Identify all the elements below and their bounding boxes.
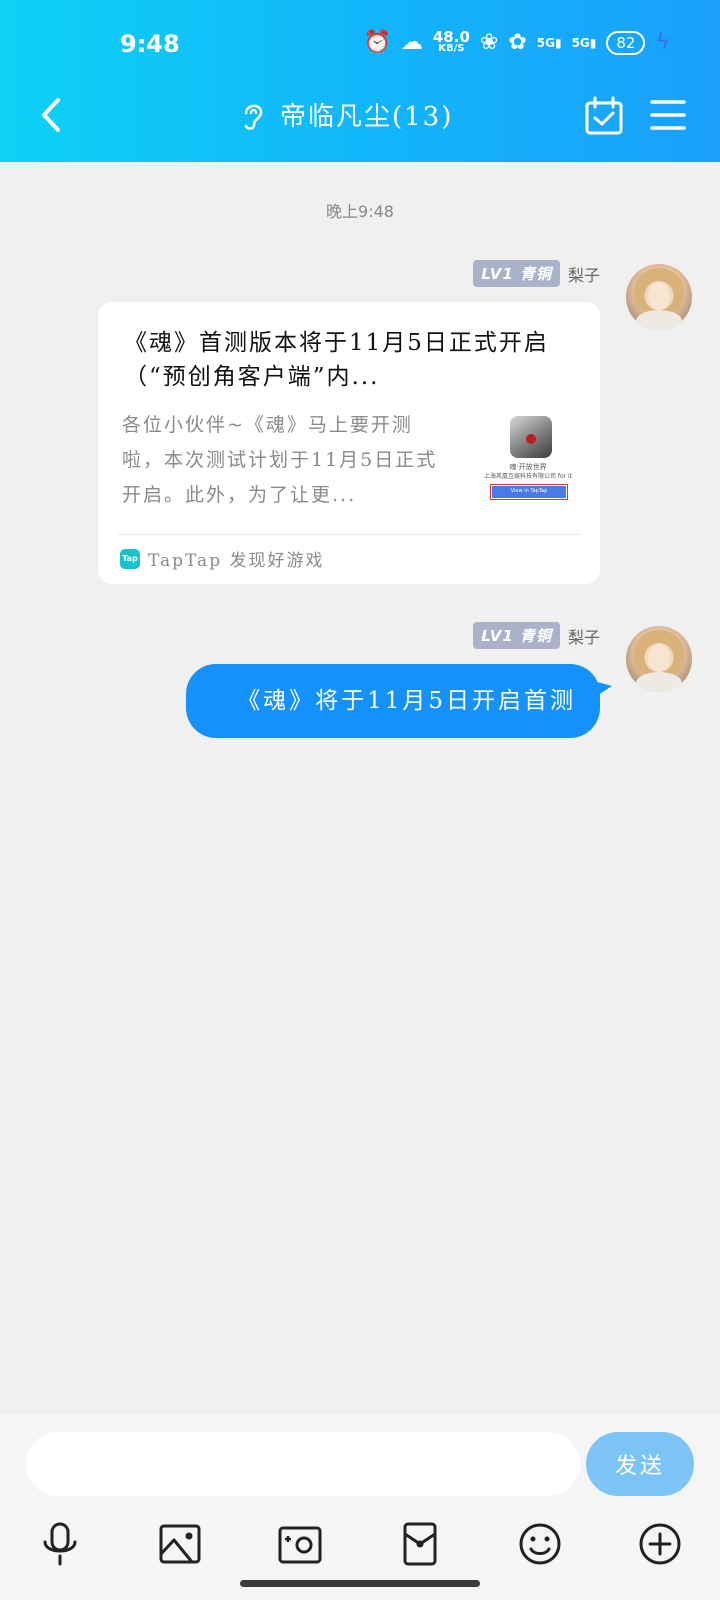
alarm-icon: ⏰ <box>363 29 391 55</box>
game-logo-icon <box>510 416 552 458</box>
calendar-check-icon[interactable] <box>584 96 624 136</box>
signal-1: 5G▮ <box>536 35 562 50</box>
card-thumbnail: 魂·开放世界 上海风凰互娱科技有限公司 for it View in TapTa… <box>480 412 576 504</box>
notification-icon: ☁ <box>400 29 423 55</box>
sender-info: LV1 青铜 梨子 <box>473 622 600 649</box>
header-bar: 9:48 ⏰ ☁ 48.0 KB/S ❀ ✿ 5G▮ 5G▮ 82 ϟ 帝临凡尘… <box>0 0 720 162</box>
emoji-icon[interactable] <box>516 1520 564 1568</box>
plus-icon[interactable] <box>636 1520 684 1568</box>
chat-title[interactable]: 帝临凡尘(13) <box>240 96 453 133</box>
ear-icon <box>244 104 263 130</box>
nav-bar: 帝临凡尘(13) <box>0 80 720 152</box>
status-bar: 9:48 ⏰ ☁ 48.0 KB/S ❀ ✿ 5G▮ 5G▮ 82 ϟ <box>0 22 720 68</box>
source-label: TapTap 发现好游戏 <box>148 551 325 571</box>
status-time: 9:48 <box>120 30 180 58</box>
card-source: Tap TapTap 发现好游戏 <box>120 546 324 571</box>
card-title: 《魂》首测版本将于11月5日正式开启（“预创角客户端”内... <box>124 330 549 390</box>
level-badge: LV1 青铜 <box>473 260 560 287</box>
bow-icon: ✿ <box>508 29 527 55</box>
avatar[interactable] <box>626 264 692 330</box>
sender-name: 梨子 <box>567 265 600 285</box>
message-timestamp: 晚上9:48 <box>326 202 394 221</box>
card-description: 各位小伙伴~《魂》马上要开测啦，本次测试计划于11月5日正式开启。此外，为了让更… <box>122 414 438 506</box>
sender-info: LV1 青铜 梨子 <box>473 260 600 287</box>
status-icons: ⏰ ☁ 48.0 KB/S ❀ ✿ 5G▮ 5G▮ 82 ϟ <box>363 27 670 55</box>
image-icon[interactable] <box>156 1520 204 1568</box>
message-input[interactable] <box>26 1432 580 1496</box>
menu-icon[interactable] <box>650 98 686 132</box>
mic-icon[interactable] <box>36 1520 84 1568</box>
send-button[interactable]: 发送 <box>586 1432 694 1496</box>
home-indicator[interactable] <box>240 1580 480 1587</box>
sender-name: 梨子 <box>567 627 600 647</box>
camera-icon[interactable] <box>276 1520 324 1568</box>
input-toolbar <box>0 1510 720 1578</box>
level-badge: LV1 青铜 <box>473 622 560 649</box>
charging-icon: ϟ <box>655 30 670 55</box>
avatar[interactable] <box>626 626 692 692</box>
app-notification-icon: ❀ <box>479 29 499 55</box>
signal-2: 5G▮ <box>571 35 597 50</box>
link-card-message[interactable]: 《魂》首测版本将于11月5日正式开启（“预创角客户端”内... 各位小伙伴~《魂… <box>98 302 600 584</box>
input-area: 发送 <box>0 1414 720 1600</box>
page-title: 帝临凡尘(13) <box>280 102 454 132</box>
taptap-icon: Tap <box>120 548 140 569</box>
net-speed: 48.0 KB/S <box>432 27 470 54</box>
text-message-bubble[interactable]: 《魂》将于11月5日开启首测 <box>186 664 600 738</box>
card-divider <box>118 534 580 535</box>
red-packet-icon[interactable] <box>396 1520 444 1568</box>
battery-indicator: 82 <box>606 30 646 55</box>
thumb-button: View in TapTap <box>490 484 568 500</box>
back-arrow-icon[interactable] <box>30 90 80 140</box>
